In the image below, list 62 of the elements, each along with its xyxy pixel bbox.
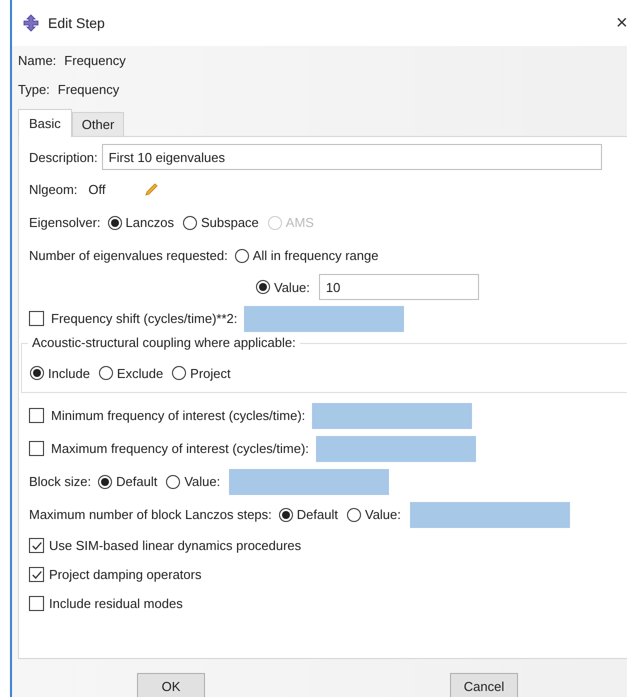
nlgeom-value: Off: [88, 182, 106, 197]
radio-label: Default: [296, 507, 338, 522]
description-field[interactable]: First 10 eigenvalues: [102, 144, 602, 170]
eigensolver-label: Eigensolver:: [29, 215, 101, 230]
eigenvalues-label: Number of eigenvalues requested:: [29, 248, 228, 263]
checkbox[interactable]: [29, 538, 44, 553]
radio-label: AMS: [286, 215, 314, 230]
pencil-icon[interactable]: [142, 182, 159, 198]
checkbox[interactable]: [29, 567, 44, 582]
radio-label: Value:: [364, 507, 401, 522]
input-field[interactable]: [316, 436, 476, 462]
setting-label: Block size:: [29, 474, 92, 489]
radio-button[interactable]: [98, 366, 113, 380]
radio-label: All in frequency range: [252, 248, 378, 263]
name-value: Frequency: [64, 53, 126, 68]
app-icon: [22, 14, 40, 32]
type-value: Frequency: [58, 82, 120, 97]
setting-label: Maximum number of block Lanczos steps:: [29, 507, 272, 522]
type-label: Type:: [18, 82, 50, 97]
tab[interactable]: Basic: [18, 109, 72, 137]
radio-label: Include: [48, 366, 90, 380]
ok-button[interactable]: OK: [137, 673, 205, 697]
radio-button[interactable]: [166, 474, 180, 488]
checkbox[interactable]: [29, 311, 44, 326]
checkbox-label: Include residual modes: [49, 596, 183, 611]
radio-label: Project: [190, 366, 231, 380]
radio-button[interactable]: [108, 216, 122, 230]
radio-button[interactable]: [346, 508, 361, 522]
radio-button[interactable]: [234, 248, 249, 262]
description-label: Description:: [29, 150, 98, 164]
group-title: Acoustic-structural coupling where applicable:: [28, 335, 300, 350]
input-field[interactable]: [410, 502, 570, 528]
radio-button[interactable]: [182, 216, 197, 230]
input-field[interactable]: [229, 468, 390, 494]
radio-label: Value:: [274, 280, 310, 294]
tab[interactable]: Other: [72, 112, 124, 136]
checkbox[interactable]: [29, 408, 44, 423]
nlgeom-label: Nlgeom:: [29, 182, 78, 197]
radio-button[interactable]: [30, 366, 44, 380]
cancel-button[interactable]: Cancel: [450, 673, 518, 697]
radio-button[interactable]: [256, 280, 270, 294]
checkbox-label: Project damping operators: [49, 567, 202, 582]
checkbox-label: Maximum frequency of interest (cycles/time):: [51, 441, 309, 456]
radio-label: Value:: [184, 474, 220, 489]
radio-button[interactable]: [98, 474, 112, 488]
window-title: Edit Step: [48, 15, 105, 31]
radio-label: Lanczos: [126, 215, 174, 230]
checkbox-label: Minimum frequency of interest (cycles/time):: [51, 408, 306, 423]
checkbox-label: Use SIM-based linear dynamics procedures: [49, 538, 302, 553]
radio-label: Exclude: [116, 366, 164, 380]
close-button[interactable]: ×: [616, 12, 627, 35]
checkbox[interactable]: [29, 596, 44, 611]
input-field[interactable]: [312, 402, 472, 428]
checkbox-label: Frequency shift (cycles/time)**2:: [51, 311, 238, 326]
name-label: Name:: [18, 53, 56, 68]
input-field[interactable]: [244, 306, 404, 332]
checkbox[interactable]: [29, 441, 44, 456]
radio-label: Default: [116, 474, 158, 489]
value-field[interactable]: 10: [318, 274, 479, 300]
radio-button[interactable]: [278, 508, 293, 522]
radio-button[interactable]: [172, 366, 186, 380]
radio-label: Subspace: [200, 215, 259, 230]
